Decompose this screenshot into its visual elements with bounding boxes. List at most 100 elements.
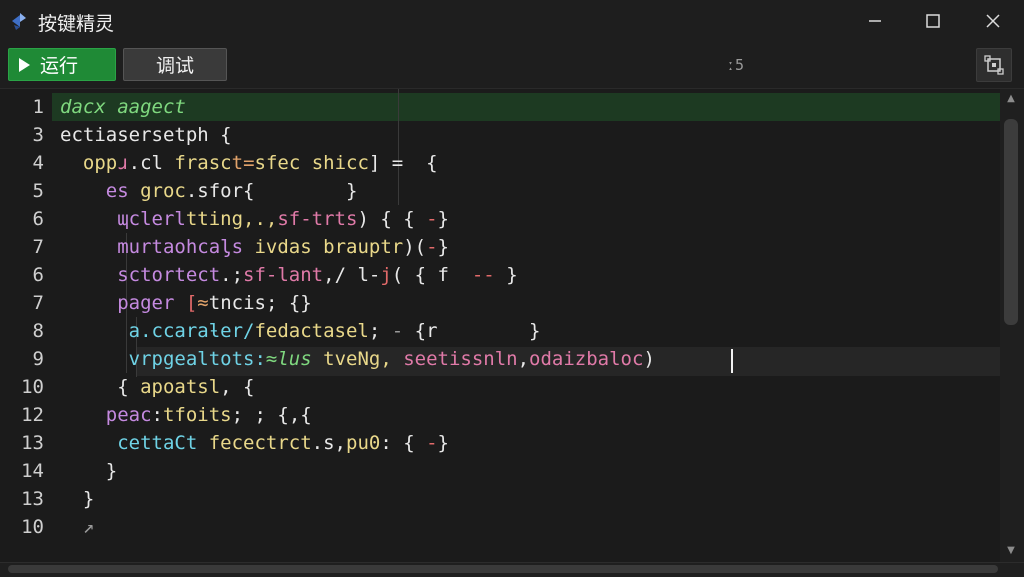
code-token: - xyxy=(426,432,438,454)
code-token: ; xyxy=(368,320,392,342)
screenshot-icon xyxy=(984,55,1004,75)
code-token: fedactasel xyxy=(254,320,369,342)
code-token: [ xyxy=(185,292,198,314)
code-token: seetissnln xyxy=(403,348,518,370)
code-area[interactable]: dacx aagect ectiasersetph { oppɹ.cl frasc… xyxy=(52,89,1000,562)
code-line[interactable]: cettaCt fecectrct.s,pu0: { -} xyxy=(60,429,449,457)
code-token: j xyxy=(380,264,392,286)
code-token: tveNg, xyxy=(323,348,404,370)
debug-button[interactable]: 调试 xyxy=(123,48,227,81)
maximize-icon xyxy=(926,14,940,28)
code-token: murtaohcaᶅs xyxy=(117,236,255,258)
code-line[interactable]: sctortect.;sf-lant,/ l-j( { f -- } xyxy=(60,261,518,289)
code-token: : xyxy=(151,404,163,426)
code-token: .sfor{ } xyxy=(185,180,358,202)
code-token: - xyxy=(426,208,438,230)
code-token: fecectrct xyxy=(208,432,312,454)
code-line[interactable]: dacx aagect xyxy=(60,93,186,121)
line-number: 13 xyxy=(21,432,44,454)
code-token: ≈ xyxy=(197,292,209,314)
code-token: -- xyxy=(471,264,495,286)
maximize-button[interactable] xyxy=(910,6,956,36)
code-line[interactable]: } xyxy=(60,485,94,513)
code-token: ≈lus xyxy=(265,348,324,370)
code-token: groc xyxy=(140,180,186,202)
code-token: ɹ xyxy=(117,152,129,174)
line-number: 10 xyxy=(21,376,44,398)
debug-label: 调试 xyxy=(155,55,194,77)
code-editor[interactable]: 1 3 4 5 6 7 6 7 8 9 10 12 13 14 13 10 dacx aagect ectias… xyxy=(0,89,1024,562)
code-line[interactable]: ɰclerltting,.,sf-trts) { { -} xyxy=(60,205,449,233)
horizontal-scrollbar-thumb[interactable] xyxy=(8,565,998,573)
line-number: 7 xyxy=(32,236,44,258)
title-bar: 按键精灵 xyxy=(0,0,1024,42)
code-line[interactable]: murtaohcaᶅs ivdas brauptr)(-} xyxy=(60,233,449,261)
code-token: } xyxy=(494,264,518,286)
line-number: 7 xyxy=(32,292,44,314)
code-token: - xyxy=(391,320,415,342)
code-token: } xyxy=(437,236,449,258)
code-token: ɰclerl xyxy=(117,208,186,230)
code-line[interactable]: oppɹ.cl frasct=sfec shicc] = { xyxy=(60,149,438,177)
code-token: } xyxy=(60,460,118,482)
code-line[interactable]: ectiasersetph { xyxy=(60,121,232,149)
scrollbar-thumb[interactable] xyxy=(1004,119,1018,325)
text-cursor xyxy=(731,349,733,373)
code-line[interactable]: pager [≈tncis; {} xyxy=(60,289,312,317)
line-number: 14 xyxy=(21,460,44,482)
code-token: ( { f xyxy=(391,264,472,286)
toolbar: 运行 调试 ː5 xyxy=(0,42,1024,89)
code-token: , { xyxy=(220,376,255,398)
code-token: tncis; {} xyxy=(208,292,312,314)
horizontal-scrollbar[interactable] xyxy=(0,562,1024,577)
scroll-up-icon[interactable]: ▲ xyxy=(1004,93,1018,105)
line-number: 5 xyxy=(32,180,44,202)
line-number: 10 xyxy=(21,516,44,538)
code-line[interactable]: vrpgealtots:≈lus tveNg, seetissnln,odaiz… xyxy=(60,345,655,373)
code-token: { xyxy=(60,376,141,398)
run-button[interactable]: 运行 xyxy=(8,48,116,81)
code-token: opp xyxy=(60,152,118,174)
screenshot-button[interactable] xyxy=(976,48,1012,82)
minimize-button[interactable] xyxy=(852,6,898,36)
code-line[interactable]: a.ccaraƚer/fedactasel; - {r } xyxy=(60,317,541,345)
code-token: ectiasersetph { xyxy=(60,124,232,146)
code-token: , xyxy=(517,348,530,370)
scroll-down-icon[interactable]: ▼ xyxy=(1004,545,1018,557)
code-token: ; ; {,{ xyxy=(231,404,312,426)
code-line[interactable]: peac:tfoits; ; {,{ xyxy=(60,401,312,429)
line-number-gutter: 1 3 4 5 6 7 6 7 8 9 10 12 13 14 13 10 xyxy=(0,89,52,562)
code-token: .cl xyxy=(128,152,175,174)
close-button[interactable] xyxy=(970,6,1016,36)
line-number: 9 xyxy=(32,348,44,370)
code-token: tfoits xyxy=(162,404,232,426)
code-token: frasc xyxy=(174,152,232,174)
code-token: dacx aagect xyxy=(60,96,186,118)
code-token: cettaCt xyxy=(117,432,209,454)
code-token: pager xyxy=(117,292,186,314)
play-icon xyxy=(19,57,30,72)
code-token: ivdas xyxy=(254,236,324,258)
code-token: .; xyxy=(220,264,244,286)
code-token: } xyxy=(437,432,449,454)
line-number: 8 xyxy=(32,320,44,342)
code-token: t= xyxy=(231,152,255,174)
code-line[interactable]: ↗ xyxy=(60,513,94,541)
window-title: 按键精灵 xyxy=(38,13,115,35)
line-number: 6 xyxy=(32,264,44,286)
code-line[interactable]: { apoatsl, { xyxy=(60,373,254,401)
code-token: tting,., xyxy=(185,208,278,230)
code-token: ) xyxy=(643,348,655,370)
code-line[interactable]: es groc.sfor{ } xyxy=(60,177,358,205)
line-counter: ː5 xyxy=(726,56,745,74)
code-token: brauptr xyxy=(323,236,404,258)
code-line[interactable]: } xyxy=(60,457,117,485)
indent-guide xyxy=(398,89,399,205)
code-token: a.ccaraƚer/ xyxy=(128,320,255,342)
code-token: )( xyxy=(403,236,427,258)
